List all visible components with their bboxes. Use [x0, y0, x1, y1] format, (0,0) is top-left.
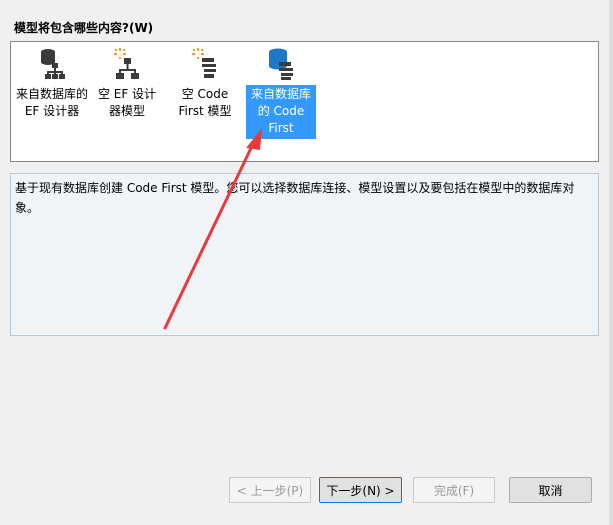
- description-text: 基于现有数据库创建 Code First 模型。您可以选择数据库连接、模型设置以…: [15, 181, 575, 215]
- choice-label: 空 EF 设计器模型: [97, 87, 157, 118]
- choice-label: 来自数据库的 Code First: [250, 87, 311, 135]
- model-contents-question: 模型将包含哪些内容?(W): [14, 21, 154, 35]
- database-diagram-icon: [41, 49, 65, 79]
- choice-code-first-from-database[interactable]: 来自数据库的 Code First: [242, 46, 320, 139]
- window-right-edge: [609, 0, 613, 525]
- description-panel: 基于现有数据库创建 Code First 模型。您可以选择数据库连接、模型设置以…: [10, 173, 599, 336]
- next-button[interactable]: 下一步(N) >: [319, 477, 402, 503]
- database-code-first-icon: [269, 48, 293, 80]
- choice-label: 来自数据库的 EF 设计器: [15, 87, 88, 118]
- choice-label: 空 Code First 模型: [178, 87, 232, 118]
- choice-empty-ef-designer[interactable]: 空 EF 设计器模型: [88, 46, 166, 138]
- previous-button[interactable]: < 上一步(P): [229, 477, 311, 503]
- model-choice-list[interactable]: 来自数据库的 EF 设计器 空 EF 设计器模型 空 Code First 模型…: [10, 41, 599, 162]
- cancel-button[interactable]: 取消: [509, 477, 592, 503]
- empty-diagram-icon: [114, 48, 139, 79]
- code-first-icon: [192, 48, 216, 78]
- choice-ef-designer-from-database[interactable]: 来自数据库的 EF 设计器: [13, 46, 91, 138]
- finish-button[interactable]: 完成(F): [413, 477, 495, 503]
- choice-empty-code-first[interactable]: 空 Code First 模型: [166, 46, 244, 138]
